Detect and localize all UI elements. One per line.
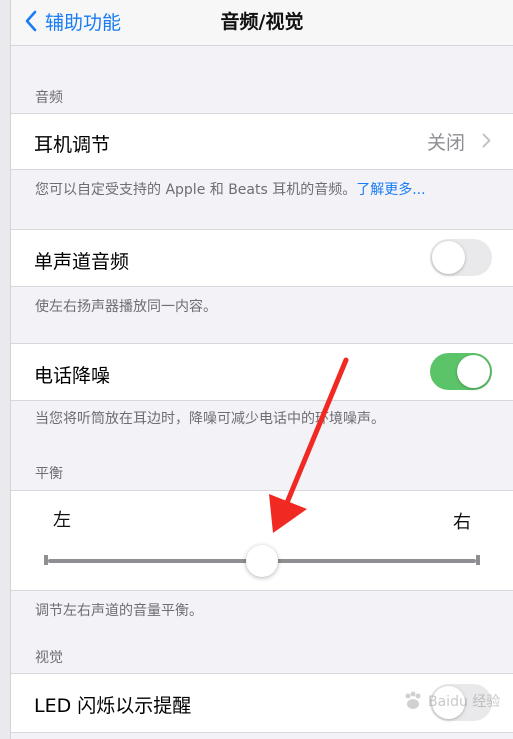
mono-audio-label: 单声道音频 [34,251,130,273]
background-sidebar-edge [0,0,11,739]
balance-row: 左 右 [11,490,513,591]
toggle-knob [457,355,490,388]
phone-noise-cancellation-label: 电话降噪 [34,365,111,387]
page-title: 音频/视觉 [220,11,304,33]
noise-cancellation-footer: 当您将听筒放在耳边时，降噪可减少电话中的环境噪声。 [35,411,385,427]
balance-slider[interactable] [44,545,480,577]
slider-left-tick [44,555,48,565]
section-header-audio: 音频 [35,90,63,106]
phone-noise-cancellation-toggle[interactable] [430,353,492,390]
baidu-watermark: Baidu 经验 [402,686,512,716]
balance-footer: 调节左右声道的音量平衡。 [35,603,203,619]
phone-noise-cancellation-row: 电话降噪 [11,343,513,401]
section-header-visual: 视觉 [35,650,63,666]
mono-audio-toggle[interactable] [430,239,492,276]
slider-right-tick [476,555,480,565]
mono-audio-row: 单声道音频 [11,229,513,287]
balance-right-label: 右 [453,512,471,533]
headphone-accommodations-value: 关闭 [426,132,465,154]
audio-visual-screen: 辅助功能 音频/视觉 音频 耳机调节 关闭 您可以自定受支持的 Apple 和 … [11,0,513,739]
headphone-footer: 您可以自定受支持的 Apple 和 Beats 耳机的音频。了解更多... [35,179,426,199]
headphone-footer-text: 您可以自定受支持的 Apple 和 Beats 耳机的音频。 [35,182,357,198]
led-flash-label: LED 闪烁以示提醒 [34,695,192,717]
navigation-bar: 辅助功能 音频/视觉 [11,0,513,46]
toggle-knob [432,241,465,274]
slider-thumb[interactable] [246,545,278,577]
mono-audio-footer: 使左右扬声器播放同一内容。 [35,299,217,315]
balance-left-label: 左 [53,510,71,531]
headphone-accommodations-label: 耳机调节 [34,134,111,156]
paw-logo-icon [405,691,421,709]
headphone-accommodations-row[interactable]: 耳机调节 关闭 [11,113,513,170]
learn-more-link[interactable]: 了解更多... [356,182,425,198]
chevron-right-icon [482,133,491,148]
watermark-text: Baidu 经验 [428,694,501,710]
section-header-balance: 平衡 [35,466,63,482]
